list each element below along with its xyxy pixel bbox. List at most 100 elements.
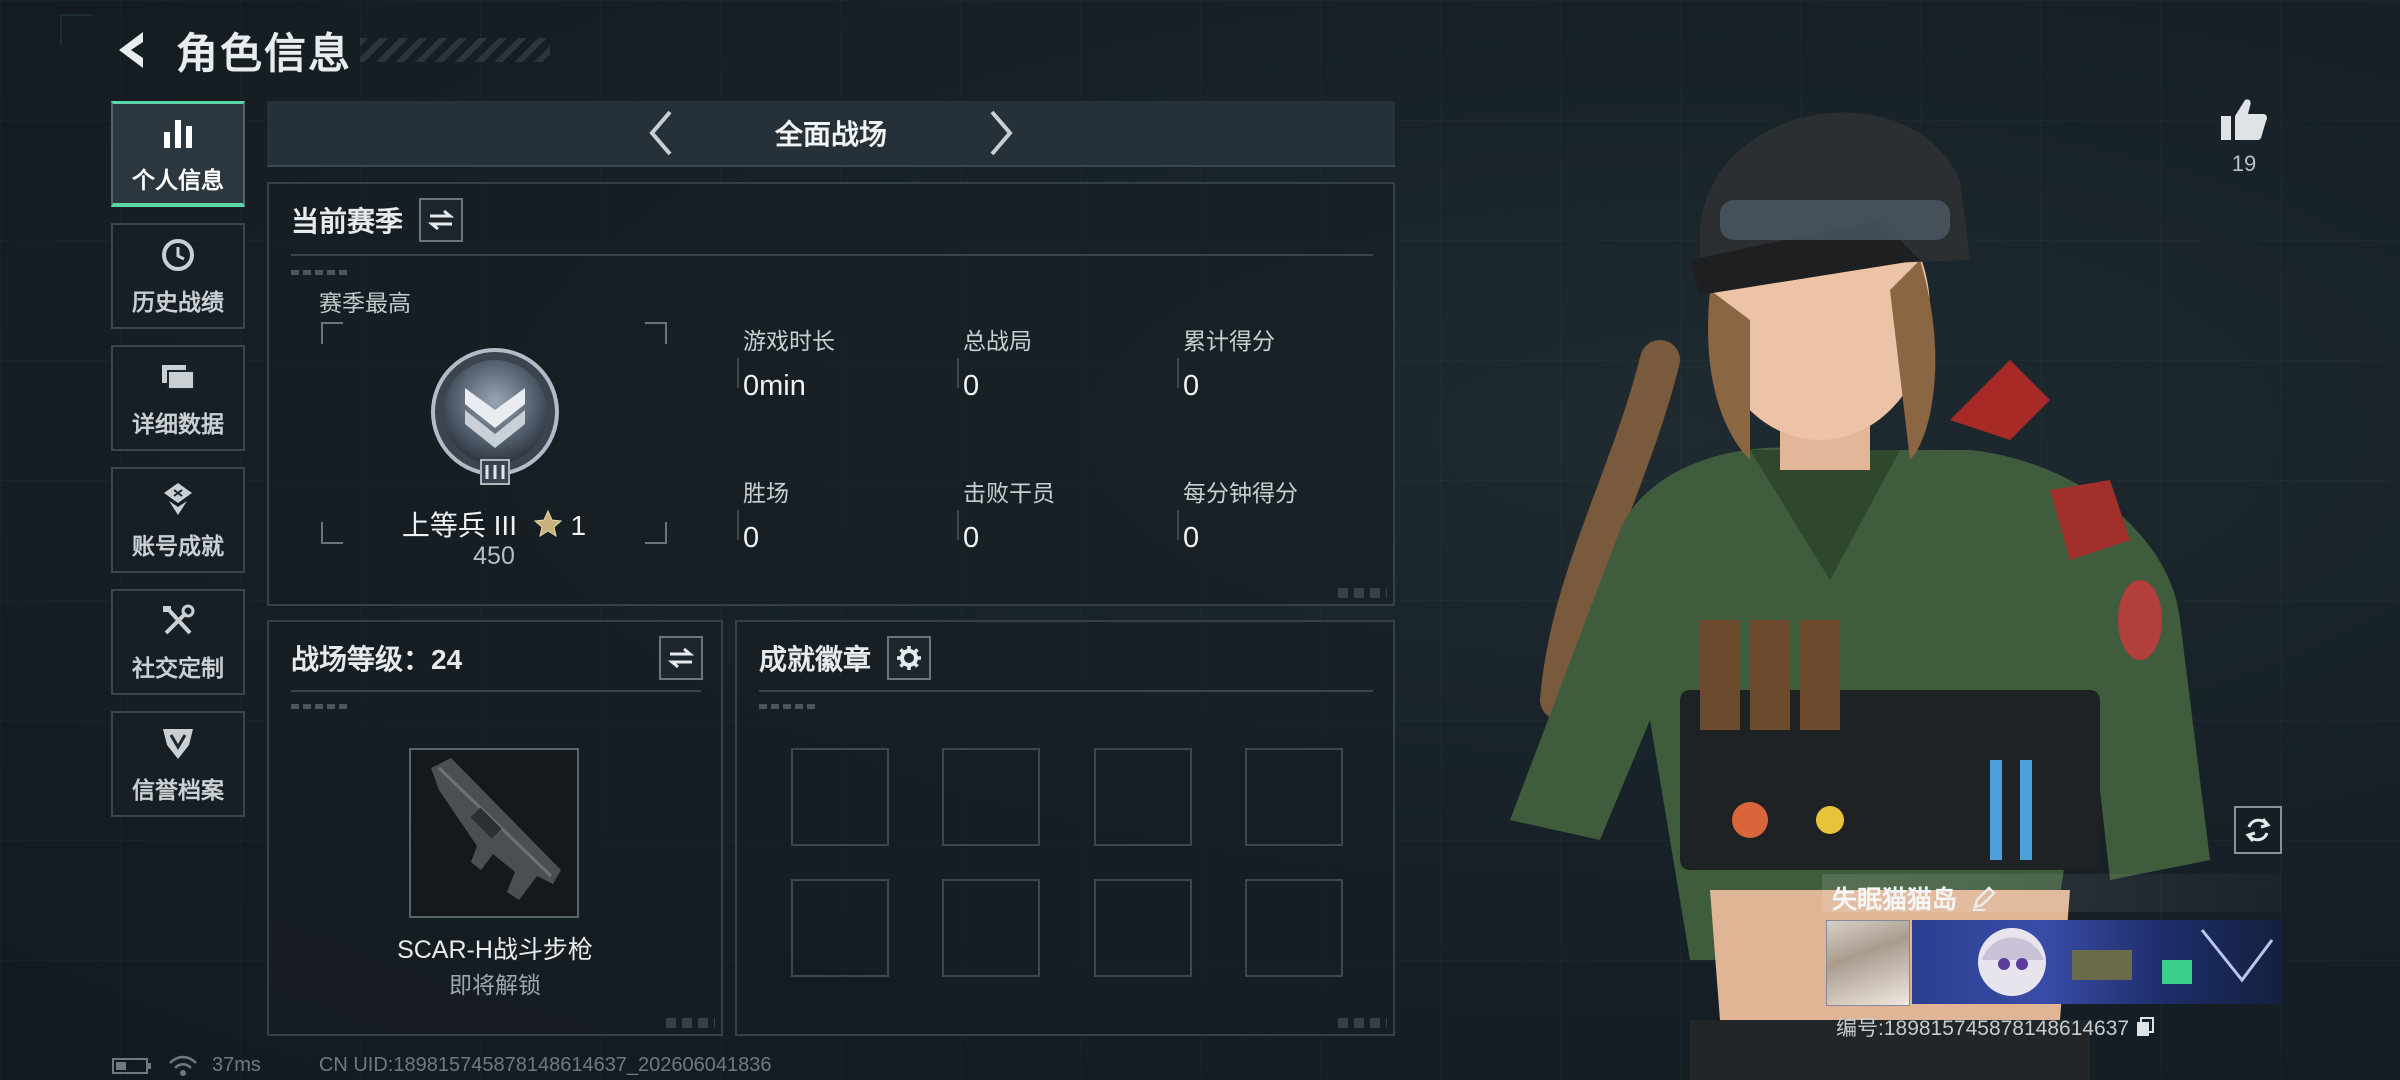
stat-bar — [957, 358, 959, 388]
rank-emblem-icon — [431, 348, 559, 485]
sidebar-item-achievements[interactable]: 账号成就 — [111, 467, 245, 573]
stat-value: 0 — [743, 522, 760, 554]
gear-icon — [897, 646, 922, 670]
page-title: 角色信息 — [176, 29, 353, 77]
badge-slot[interactable] — [1094, 748, 1192, 846]
season-best-label: 赛季最高 — [319, 290, 411, 316]
player-nickname: 失眠猫猫岛 — [1832, 886, 1958, 914]
stat-value: 0 — [963, 522, 980, 554]
achievement-icon — [158, 479, 198, 519]
weapon-name: SCAR-H战斗步枪 — [397, 936, 593, 964]
stat-kills: 击败干员 0 — [957, 474, 1163, 555]
stat-wins: 胜场 0 — [737, 474, 943, 555]
nickname-row: 失眠猫猫岛 — [1832, 880, 1997, 916]
badge-slot[interactable] — [1245, 748, 1343, 846]
stat-total-score: 累计得分 0 — [1177, 322, 1383, 403]
stat-label: 击败干员 — [963, 480, 1055, 506]
star-icon — [533, 509, 562, 538]
ping-value: 37ms — [212, 1054, 261, 1076]
like-count: 19 — [2231, 151, 2257, 176]
refresh-icon — [2245, 818, 2271, 842]
thumbs-up-icon — [2221, 99, 2267, 140]
folder-icon — [158, 357, 198, 397]
player-id: 编号:18981574587814861463​7 — [1836, 1017, 2130, 1040]
player-id-line: 编号:18981574587814861463​7 — [1836, 1012, 2155, 1042]
chevron-right-icon — [990, 110, 1013, 156]
player-banner[interactable] — [1912, 920, 2282, 1004]
season-panel-title: 当前赛季 — [291, 206, 404, 237]
mode-prev-button[interactable] — [641, 108, 681, 158]
weapon-unlock-status: 即将解锁 — [449, 972, 541, 998]
achievement-badges-panel: 成就徽章 — [735, 620, 1395, 1036]
badge-slot[interactable] — [942, 748, 1040, 846]
badges-settings-button[interactable] — [887, 636, 932, 680]
current-season-panel: 当前赛季 赛季最高 上等兵 III 1 450 游戏时长 0min 总战局 0 — [267, 182, 1395, 606]
sidebar-item-detailed-data[interactable]: 详细数据 — [111, 345, 245, 451]
banner-art — [1978, 928, 2274, 996]
badge-slot[interactable] — [791, 879, 889, 977]
mode-selector: 全面战场 — [267, 101, 1395, 167]
bar-chart-icon — [158, 113, 198, 153]
decor-corner — [60, 14, 92, 46]
chevron-left-icon — [649, 110, 672, 156]
sidebar-item-label: 账号成就 — [132, 533, 224, 559]
sidebar-item-label: 详细数据 — [132, 411, 224, 437]
edit-pencil-icon[interactable] — [1971, 885, 1997, 911]
season-switch-button[interactable] — [419, 198, 464, 242]
tools-icon — [158, 601, 198, 641]
sidebar-item-history[interactable]: 历史战绩 — [111, 223, 245, 329]
sidebar-item-credit-profile[interactable]: 信誉档案 — [111, 711, 245, 817]
sidebar-item-personal-info[interactable]: 个人信息 — [111, 101, 245, 207]
sidebar-item-label: 个人信息 — [132, 166, 224, 193]
player-avatar[interactable] — [1826, 920, 1910, 1006]
page-header: 角色信息 — [110, 20, 551, 80]
stat-label: 累计得分 — [1183, 328, 1275, 354]
sidebar-item-label: 社交定制 — [132, 655, 224, 681]
level-switch-button[interactable] — [659, 636, 703, 680]
weapon-reward-slot[interactable] — [409, 748, 579, 918]
stat-label: 游戏时长 — [743, 328, 835, 354]
stat-total-matches: 总战局 0 — [957, 322, 1163, 403]
stat-bar — [1177, 510, 1179, 540]
sidebar-item-label: 信誉档案 — [132, 777, 224, 803]
title-decoration — [360, 38, 551, 62]
rank-name-row: 上等兵 III 1 — [269, 504, 719, 544]
clock-history-icon — [158, 235, 198, 275]
decor-corner — [1332, 588, 1387, 598]
shield-badge-icon — [158, 723, 198, 763]
divider — [291, 690, 701, 692]
stat-play-time: 游戏时长 0min — [737, 322, 943, 403]
stat-bar — [1177, 358, 1179, 388]
stat-label: 总战局 — [963, 328, 1032, 354]
divider — [291, 254, 1373, 256]
stat-label: 胜场 — [743, 480, 789, 506]
decor-tag — [291, 270, 351, 275]
like-button[interactable]: 19 — [2216, 96, 2272, 177]
wifi-icon — [169, 1055, 197, 1076]
level-panel-title: 战场等级：24 — [291, 644, 463, 675]
back-button[interactable] — [110, 27, 156, 73]
back-arrow-icon — [119, 32, 143, 68]
rank-star-count: 1 — [570, 510, 587, 541]
battery-icon — [112, 1057, 151, 1074]
refresh-model-button[interactable] — [2234, 806, 2282, 854]
badges-panel-title: 成就徽章 — [759, 644, 872, 675]
decor-corner — [660, 1018, 715, 1028]
badge-slot[interactable] — [1094, 879, 1192, 977]
copy-icon[interactable] — [2135, 1016, 2155, 1038]
badge-slot[interactable] — [942, 879, 1040, 977]
stat-bar — [737, 510, 739, 540]
stat-value: 0min — [743, 370, 806, 402]
badge-slot[interactable] — [791, 748, 889, 846]
decor-corner — [1332, 1018, 1387, 1028]
stat-bar — [737, 358, 739, 388]
badge-slot[interactable] — [1245, 879, 1343, 977]
status-bar: 37ms CN UID:18981574587814861463​7_20260… — [112, 1054, 772, 1077]
mode-next-button[interactable] — [981, 108, 1021, 158]
battlefield-level-panel: 战场等级：24 SCAR-H战斗步枪 即将解锁 — [267, 620, 723, 1036]
swap-icon — [428, 209, 455, 231]
sidebar-item-social-customize[interactable]: 社交定制 — [111, 589, 245, 695]
swap-icon — [668, 647, 694, 669]
stat-label: 每分钟得分 — [1183, 480, 1298, 506]
stat-score-per-minute: 每分钟得分 0 — [1177, 474, 1383, 555]
